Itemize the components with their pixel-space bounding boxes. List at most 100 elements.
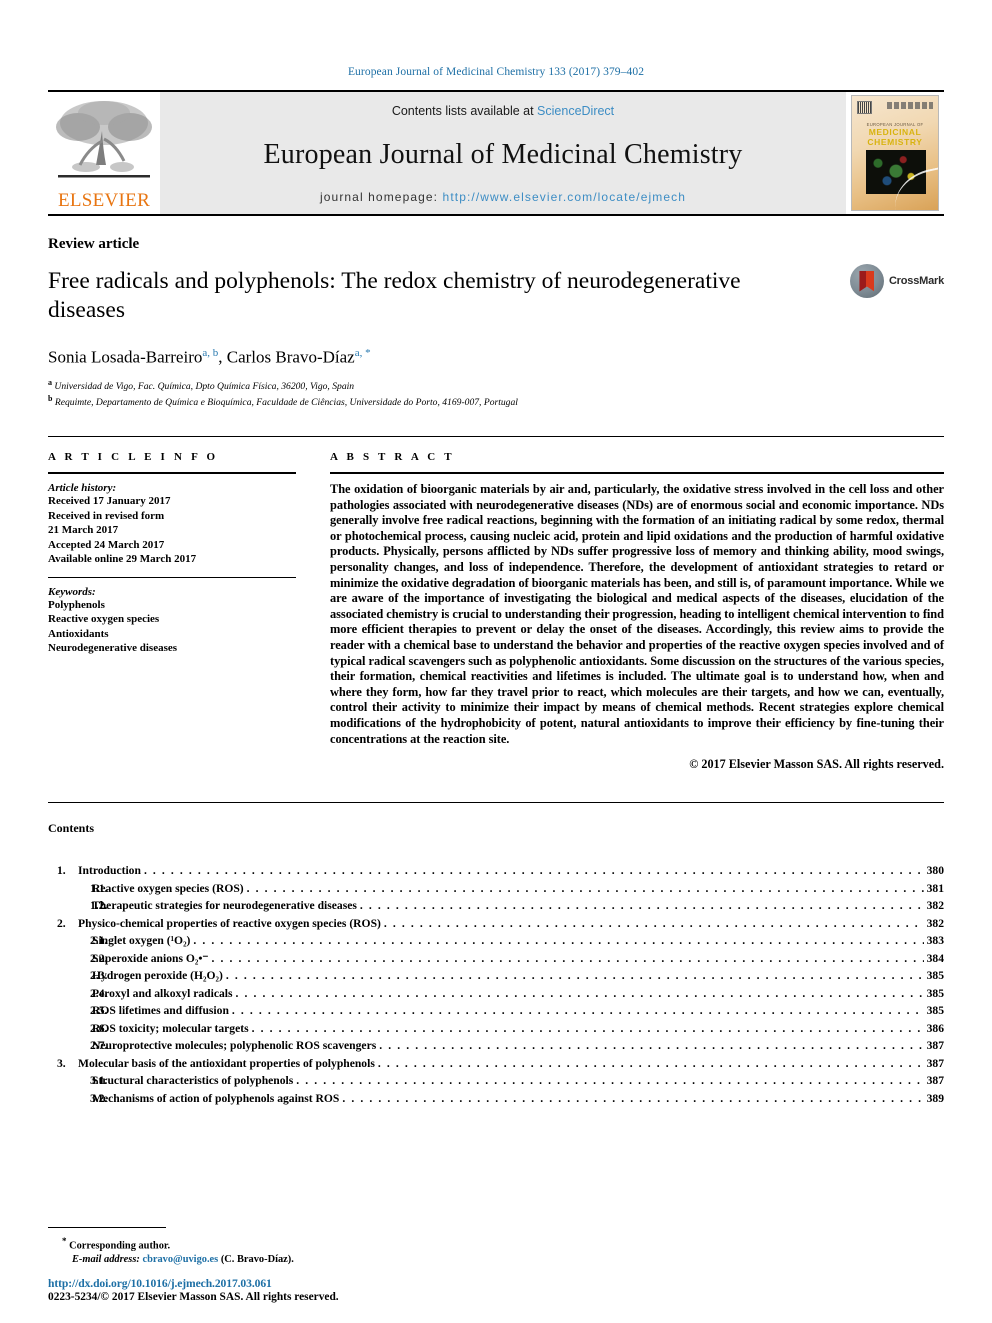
contents-entry-page: 385: [926, 1004, 944, 1018]
contents-entry-title: Physico-chemical properties of reactive …: [78, 916, 381, 930]
contents-entry[interactable]: 2.4. Peroxyl and alkoxyl radicals. . . . …: [48, 985, 944, 1003]
abstract-heading: A B S T R A C T: [330, 451, 455, 464]
crossmark-label: CrossMark: [888, 275, 944, 287]
contents-entry-title: ROS toxicity; molecular targets: [92, 1021, 249, 1035]
abstract-column: A B S T R A C T The oxidation of bioorga…: [330, 451, 944, 772]
contents-entry-page: 380: [926, 864, 944, 878]
contents-entry-number: 1.1.: [90, 881, 108, 895]
contents-entry-page: 383: [926, 934, 944, 948]
contents-entry[interactable]: 1.1. Reactive oxygen species (ROS). . . .…: [48, 880, 944, 898]
affiliation-2-text: Requimte, Departamento de Química e Bioq…: [54, 397, 518, 409]
contents-leader-dots: . . . . . . . . . . . . . . . . . . . . …: [246, 881, 924, 895]
contents-heading: Contents: [48, 821, 95, 836]
crossmark-icon: [849, 264, 884, 298]
affiliation-1: a Universidad de Vigo, Fac. Química, Dpt…: [48, 377, 944, 394]
contents-entry-title: Singlet oxygen (¹O₂): [92, 934, 191, 948]
issn-copyright-line: 0223-5234/© 2017 Elsevier Masson SAS. Al…: [48, 1291, 339, 1303]
corresponding-author-mark: *: [62, 1235, 67, 1246]
contents-leader-dots: . . . . . . . . . . . . . . . . . . . . …: [383, 916, 924, 930]
homepage-label: journal homepage:: [320, 190, 443, 204]
contents-leader-dots: . . . . . . . . . . . . . . . . . . . . …: [342, 1091, 923, 1105]
keyword-item: Antioxidants: [48, 627, 109, 640]
affiliation-1-text: Universidad de Vigo, Fac. Química, Dpto …: [54, 380, 355, 392]
contents-section: Contents 1. Introduction. . . . . . . . .…: [48, 802, 944, 1107]
contents-entry-title: Peroxyl and alkoxyl radicals: [92, 986, 233, 1000]
journal-homepage-line: journal homepage: http://www.elsevier.co…: [160, 190, 846, 204]
journal-cover-thumbnail: EUROPEAN JOURNAL OF MEDICINAL CHEMISTRY: [846, 92, 944, 214]
sciencedirect-link[interactable]: ScienceDirect: [537, 104, 614, 118]
contents-leader-dots: . . . . . . . . . . . . . . . . . . . . …: [143, 864, 924, 878]
contents-leader-dots: . . . . . . . . . . . . . . . . . . . . …: [231, 1004, 924, 1018]
contents-leader-dots: . . . . . . . . . . . . . . . . . . . . …: [359, 899, 924, 913]
author-name-1: Sonia Losada-Barreiro: [48, 347, 203, 367]
contents-entry-number: 2.3.: [90, 969, 108, 983]
contents-entry-number: 3.1.: [90, 1074, 108, 1088]
homepage-link[interactable]: http://www.elsevier.com/locate/ejmech: [443, 190, 686, 204]
contents-entry-page: 389: [926, 1091, 944, 1105]
journal-title: European Journal of Medicinal Chemistry: [263, 139, 743, 170]
contents-entry-title: Structural characteristics of polyphenol…: [92, 1074, 294, 1088]
contents-entry-number: 2.1.: [90, 934, 108, 948]
contents-entry-number: 1.: [57, 864, 66, 878]
contents-entry-number: 2.6.: [90, 1021, 108, 1035]
doi-link[interactable]: http://dx.doi.org/10.1016/j.ejmech.2017.…: [48, 1277, 339, 1290]
contents-entry-title: Therapeutic strategies for neurodegenera…: [92, 899, 357, 913]
article-history-item: Available online 29 March 2017: [48, 553, 197, 566]
contents-entry[interactable]: 2.7. Neuroprotective molecules; polypheno…: [48, 1037, 944, 1055]
crossmark-badge[interactable]: CrossMark: [849, 264, 944, 298]
journal-band: Contents lists available at ScienceDirec…: [160, 92, 846, 214]
keyword-item: Neurodegenerative diseases: [48, 642, 178, 655]
cover-line-2-text: MEDICINAL: [868, 127, 922, 137]
contents-entry[interactable]: 3.2. Mechanisms of action of polyphenols …: [48, 1090, 944, 1108]
cover-barcode-icon: [857, 101, 872, 114]
contents-entry[interactable]: 2.2. Superoxide anions O₂•⁻. . . . . . . …: [48, 950, 944, 968]
footnotes: * Corresponding author. E-mail address: …: [48, 1226, 648, 1267]
elsevier-logo: ELSEVIER: [48, 92, 160, 214]
article-info-heading: A R T I C L E I N F O: [48, 451, 219, 464]
contents-entry-title: Molecular basis of the antioxidant prope…: [78, 1056, 375, 1070]
contents-entry-number: 3.: [57, 1056, 66, 1070]
contents-entry-number: 3.2.: [90, 1091, 108, 1105]
article-history-item: Accepted 24 March 2017: [48, 538, 165, 551]
contents-entry-number: 1.2.: [90, 899, 108, 913]
page-title: Free radicals and polyphenols: The redox…: [48, 268, 741, 323]
running-head: European Journal of Medicinal Chemistry …: [347, 66, 645, 78]
abstract-rule: [330, 472, 944, 475]
contents-entry[interactable]: 2.6. ROS toxicity; molecular targets. . .…: [48, 1020, 944, 1038]
info-abstract-block: A R T I C L E I N F O Article history: R…: [48, 436, 944, 772]
article-type-kicker: Review article: [48, 236, 140, 252]
article-first-page: European Journal of Medicinal Chemistry …: [0, 0, 992, 1323]
elsevier-wordmark: ELSEVIER: [57, 190, 151, 211]
contents-entry-number: 2.7.: [90, 1039, 108, 1053]
corresponding-author-note: * Corresponding author.: [48, 1234, 648, 1253]
contents-entry[interactable]: 1.2. Therapeutic strategies for neurodege…: [48, 897, 944, 915]
contents-entry-page: 387: [926, 1074, 944, 1088]
contents-entry-page: 382: [926, 916, 944, 930]
contents-leader-dots: . . . . . . . . . . . . . . . . . . . . …: [235, 986, 924, 1000]
contents-entry-title: Hydrogen peroxide (H₂O₂): [92, 969, 223, 983]
contents-entry[interactable]: 2.3. Hydrogen peroxide (H₂O₂). . . . . . …: [48, 967, 944, 985]
article-history-item: Received in revised form: [48, 509, 165, 522]
contents-entry[interactable]: 1. Introduction. . . . . . . . . . . . . …: [48, 862, 944, 880]
contents-entry-title: Introduction: [78, 864, 141, 878]
email-link[interactable]: cbravo@uvigo.es: [142, 1254, 218, 1265]
contents-entry[interactable]: 2.1. Singlet oxygen (¹O₂). . . . . . . . …: [48, 932, 944, 950]
keyword-item: Reactive oxygen species: [48, 613, 160, 626]
contents-entry[interactable]: 2.5. ROS lifetimes and diffusion. . . . .…: [48, 1002, 944, 1020]
contents-leader-dots: . . . . . . . . . . . . . . . . . . . . …: [251, 1021, 924, 1035]
contents-leader-dots: . . . . . . . . . . . . . . . . . . . . …: [225, 969, 924, 983]
abstract-text: The oxidation of bioorganic materials by…: [330, 482, 944, 746]
cover-art: EUROPEAN JOURNAL OF MEDICINAL CHEMISTRY: [851, 95, 939, 211]
contents-entry-title: Superoxide anions O₂•⁻: [92, 951, 209, 965]
author-2-affil-marks: a, *: [354, 347, 371, 359]
contents-entry-page: 385: [926, 986, 944, 1000]
contents-entry-page: 381: [926, 881, 944, 895]
doi-block: http://dx.doi.org/10.1016/j.ejmech.2017.…: [48, 1277, 339, 1303]
contents-entry[interactable]: 3.1. Structural characteristics of polyph…: [48, 1072, 944, 1090]
contents-entry[interactable]: 3. Molecular basis of the antioxidant pro…: [48, 1055, 944, 1073]
cover-line-2: MEDICINAL CHEMISTRY: [852, 127, 938, 147]
keywords-label: Keywords:: [48, 585, 96, 598]
author-separator: ,: [218, 347, 227, 367]
contents-entry-title: Neuroprotective molecules; polyphenolic …: [92, 1039, 377, 1053]
contents-entry[interactable]: 2. Physico-chemical properties of reactiv…: [48, 915, 944, 933]
